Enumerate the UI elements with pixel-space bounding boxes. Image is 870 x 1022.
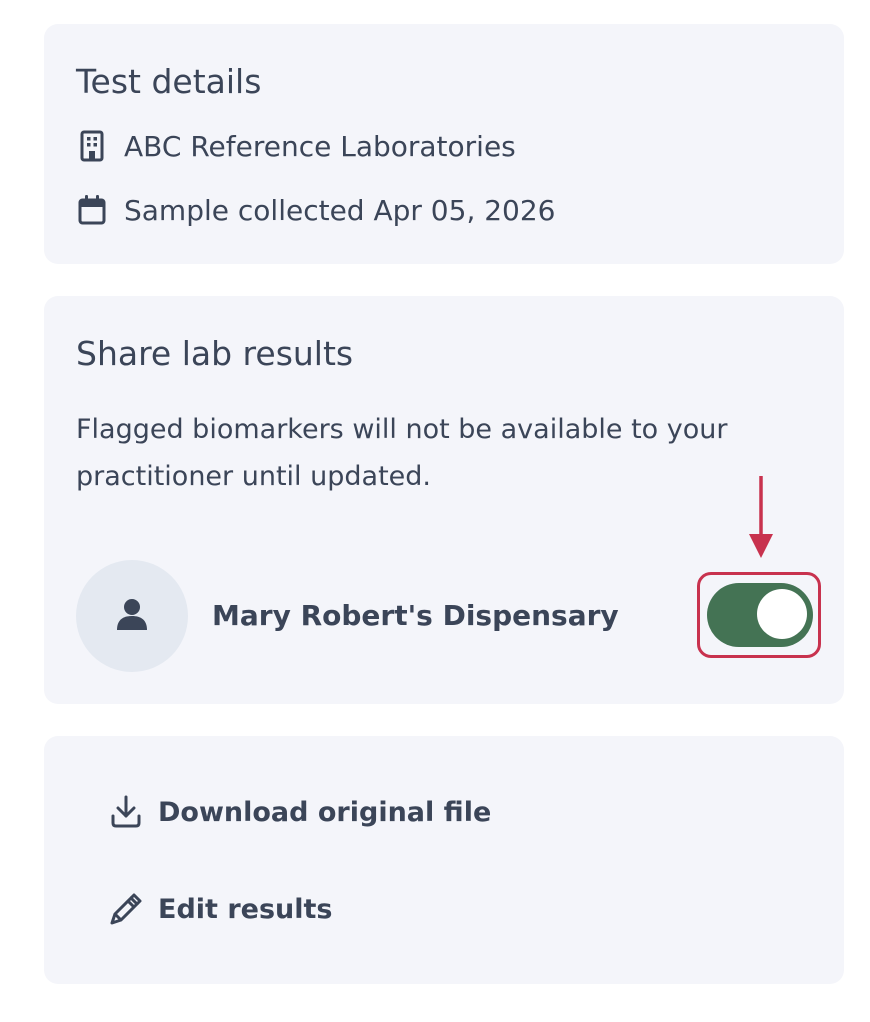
calendar-icon (76, 194, 108, 226)
sample-collected-date: Sample collected Apr 05, 2026 (124, 193, 556, 227)
edit-results-button[interactable]: Edit results (108, 887, 333, 931)
download-original-file-label: Download original file (158, 796, 492, 828)
user-icon (115, 597, 149, 635)
toggle-knob (757, 589, 807, 639)
share-results-title: Share lab results (76, 334, 354, 373)
share-results-card: Share lab results Flagged biomarkers wil… (44, 296, 844, 704)
pencil-icon (108, 891, 144, 927)
annotation-arrow-icon (749, 476, 773, 558)
lab-name: ABC Reference Laboratories (124, 129, 516, 163)
actions-card: Download original file Edit results (44, 736, 844, 984)
building-icon (76, 130, 108, 162)
edit-results-label: Edit results (158, 893, 333, 925)
download-icon (108, 794, 144, 830)
test-details-title: Test details (76, 62, 262, 101)
sample-collected-row: Sample collected Apr 05, 2026 (76, 190, 556, 230)
share-toggle[interactable] (707, 583, 813, 647)
test-details-card: Test details ABC Reference Laboratories … (44, 24, 844, 264)
share-results-description: Flagged biomarkers will not be available… (76, 414, 728, 492)
practitioner-name: Mary Robert's Dispensary (212, 599, 619, 632)
avatar (76, 560, 188, 672)
lab-name-row: ABC Reference Laboratories (76, 126, 516, 166)
download-original-file-button[interactable]: Download original file (108, 790, 491, 834)
